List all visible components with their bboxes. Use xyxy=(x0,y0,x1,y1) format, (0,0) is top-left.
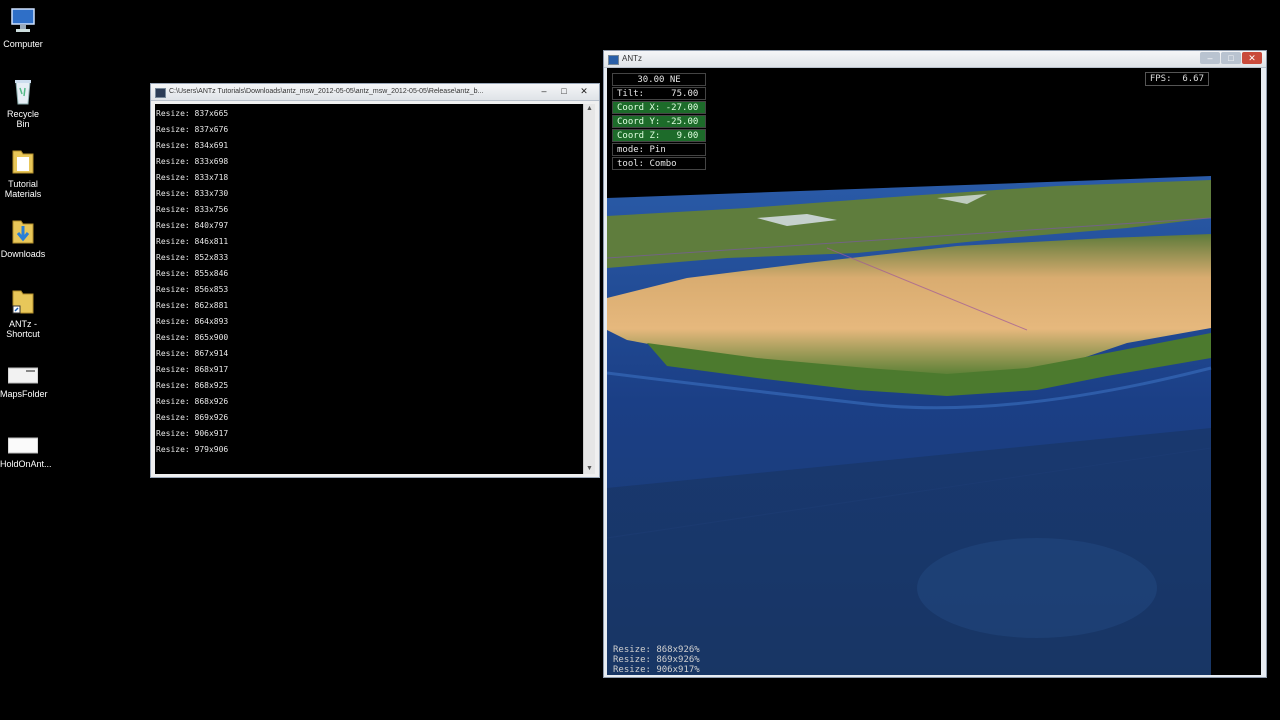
desktop-icon-tutorial-materials[interactable]: Tutorial Materials xyxy=(0,146,46,199)
antz-title: ANTz xyxy=(622,54,642,63)
downloads-folder-icon xyxy=(8,216,38,246)
hud-coord-z: Coord Z: 9.00 xyxy=(612,129,706,142)
desktop-icon-label: Computer xyxy=(3,39,43,49)
console-scrollbar[interactable]: ▲ ▼ xyxy=(583,104,595,474)
console-line: Resize: 834x691 xyxy=(156,141,229,150)
console-line: Resize: 869x926 xyxy=(156,413,229,422)
viewport-log: Resize: 868x926% Resize: 869x926% Resize… xyxy=(613,645,700,675)
console-line: Resize: 837x676 xyxy=(156,125,229,134)
log-line: Resize: 868x926% xyxy=(613,645,700,655)
antz-titlebar[interactable]: ANTz – □ ✕ xyxy=(604,51,1266,68)
desktop-icon-label: Recycle Bin xyxy=(6,109,39,129)
desktop-icon-mapsfolder[interactable]: MapsFolder xyxy=(0,366,48,399)
desktop-icon-label: ANTz - Shortcut xyxy=(6,319,40,339)
console-app-icon xyxy=(155,88,166,98)
maximize-button[interactable]: □ xyxy=(555,85,573,97)
console-line: Resize: 833x730 xyxy=(156,189,229,198)
hud-panel: 30.00 NE Tilt: 75.00 Coord X: -27.00 Coo… xyxy=(612,72,706,170)
console-line: Resize: 833x718 xyxy=(156,173,229,182)
console-line: Resize: 846x811 xyxy=(156,237,229,246)
recycle-bin-icon xyxy=(8,76,38,106)
antz-app-icon xyxy=(608,55,619,65)
console-line: Resize: 868x926 xyxy=(156,397,229,406)
hud-heading: 30.00 NE xyxy=(612,73,706,86)
hud-coord-y: Coord Y: -25.00 xyxy=(612,115,706,128)
minimize-button[interactable]: – xyxy=(535,85,553,97)
console-line: Resize: 833x698 xyxy=(156,157,229,166)
computer-icon xyxy=(8,6,38,36)
console-line: Resize: 868x925 xyxy=(156,381,229,390)
console-line: Resize: 868x917 xyxy=(156,365,229,374)
scroll-down-arrow-icon[interactable]: ▼ xyxy=(584,464,595,474)
console-title: C:\Users\ANTz Tutorials\Downloads\antz_m… xyxy=(169,88,484,95)
hud-mode: mode: Pin xyxy=(612,143,706,156)
3d-map-viewport[interactable]: 30.00 NE Tilt: 75.00 Coord X: -27.00 Coo… xyxy=(607,68,1261,675)
maximize-button[interactable]: □ xyxy=(1221,52,1241,64)
console-line: Resize: 865x900 xyxy=(156,333,229,342)
antz-window[interactable]: ANTz – □ ✕ 30.00 NE Tilt: 75.00 Coord X:… xyxy=(603,50,1267,678)
log-line: Resize: 906x917% xyxy=(613,665,700,675)
minimize-button[interactable]: – xyxy=(1200,52,1220,64)
desktop-icon-label: MapsFolder xyxy=(0,389,48,399)
desktop-icon-label: Tutorial Materials xyxy=(4,179,42,199)
console-line: Resize: 840x797 xyxy=(156,221,229,230)
desktop-icon-label: HoldOnAnt... xyxy=(0,459,52,469)
console-line: Resize: 833x756 xyxy=(156,205,229,214)
shortcut-icon xyxy=(8,286,38,316)
desktop-icon-recycle-bin[interactable]: Recycle Bin xyxy=(0,76,46,129)
console-line: Resize: 979x906 xyxy=(156,445,229,454)
close-button[interactable]: ✕ xyxy=(1242,52,1262,64)
hud-tilt: Tilt: 75.00 xyxy=(612,87,706,100)
console-line: Resize: 855x846 xyxy=(156,269,229,278)
console-output[interactable]: Resize: 837x665 Resize: 837x676 Resize: 83… xyxy=(155,104,585,474)
console-titlebar[interactable]: C:\Users\ANTz Tutorials\Downloads\antz_m… xyxy=(151,84,599,101)
close-button[interactable]: ✕ xyxy=(575,85,593,97)
file-icon xyxy=(7,436,39,456)
desktop-icon-holdonant[interactable]: HoldOnAnt... xyxy=(0,436,52,469)
hud-tool: tool: Combo xyxy=(612,157,706,170)
console-window[interactable]: C:\Users\ANTz Tutorials\Downloads\antz_m… xyxy=(150,83,600,478)
file-icon xyxy=(7,366,39,386)
console-line: Resize: 864x893 xyxy=(156,317,229,326)
console-line: Resize: 856x853 xyxy=(156,285,229,294)
desktop-icon-label: Downloads xyxy=(0,249,46,259)
desktop-icon-computer[interactable]: Computer xyxy=(0,6,46,49)
scroll-up-arrow-icon[interactable]: ▲ xyxy=(584,104,595,114)
console-line: Resize: 837x665 xyxy=(156,109,229,118)
hud-coord-x: Coord X: -27.00 xyxy=(612,101,706,114)
console-line: Resize: 906x917 xyxy=(156,429,229,438)
console-line: Resize: 862x881 xyxy=(156,301,229,310)
console-line: Resize: 852x833 xyxy=(156,253,229,262)
fps-readout: FPS: 6.67 xyxy=(1144,72,1209,86)
console-line: Resize: 867x914 xyxy=(156,349,229,358)
desktop-icon-antz-shortcut[interactable]: ANTz - Shortcut xyxy=(0,286,46,339)
folder-icon xyxy=(8,146,38,176)
log-line: Resize: 869x926% xyxy=(613,655,700,665)
desktop-icon-downloads[interactable]: Downloads xyxy=(0,216,46,259)
